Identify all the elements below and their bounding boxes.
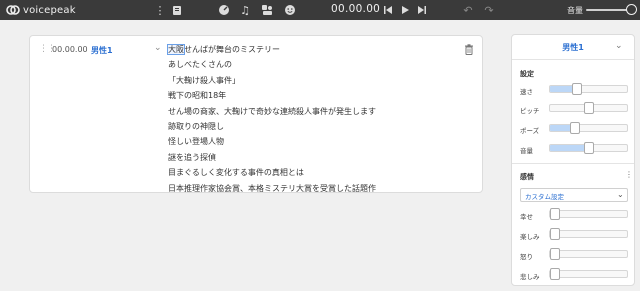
divider [512,163,634,164]
script-line[interactable]: 「大鞠け殺人事件」 [168,75,376,90]
chevron-down-icon[interactable]: ⌄ [615,41,623,51]
script-line[interactable]: せん場の商家、大鞠けで奇妙な連続殺人事件が発生します [168,106,376,121]
playback-time: 00.00.00 [331,3,381,15]
voicepeak-logo-icon [6,5,20,15]
more-vertical-icon[interactable]: ⋮ [153,3,167,17]
emotion-label-fun: 楽しみ [520,233,540,241]
volume-slider-knob[interactable] [583,142,594,154]
emotion-label-happy: 幸せ [520,213,533,221]
chevron-down-icon: ⌄ [617,190,624,199]
volume-label: 音量 [567,6,583,15]
block-voice-name[interactable]: 男性1 [91,45,113,56]
dictionary-icon[interactable] [170,3,184,17]
volume-slider[interactable] [549,142,628,154]
fun-slider-knob[interactable] [550,228,560,240]
voice-settings-icon[interactable] [260,3,274,17]
pitch-slider-knob[interactable] [583,102,594,114]
divider [512,59,634,60]
speed-slider-knob[interactable] [571,83,582,95]
pause-slider-knob[interactable] [570,122,581,134]
emotion-title: 感情 [520,173,534,181]
play-icon[interactable] [398,3,412,17]
fun-slider[interactable] [549,228,628,240]
skip-back-icon[interactable] [381,3,395,17]
script-line[interactable]: 戦下の昭和18年 [168,90,376,105]
param-label-speed: 速さ [520,88,533,96]
redo-icon[interactable]: ↷ [482,3,496,17]
master-volume-track[interactable] [586,9,630,11]
speed-slider[interactable] [549,83,628,95]
script-line[interactable]: 怪しい登場人物 [168,136,376,151]
parameter-panel: 男性1 ⌄ 設定 速さ ピッチ ポーズ 音量 感情 ⋮ カスタム設定 ⌄ 幸せ … [511,34,635,286]
emotion-label-sad: 悲しみ [520,273,540,281]
sad-slider[interactable] [549,268,628,280]
script-line[interactable]: 跡取りの神隠し [168,121,376,136]
emotion-label-angry: 怒り [520,253,533,261]
happy-slider-knob[interactable] [550,208,560,220]
pitch-slider[interactable] [549,102,628,114]
pause-slider[interactable] [549,122,628,134]
sad-slider-knob[interactable] [550,268,560,280]
emotion-face-icon[interactable] [283,3,297,17]
script-editor-block: ⋮⋮ 00.00.00 男性1 ⌄ 大阪せんばが舞台のミステリー あしべたくさん… [29,35,483,193]
param-label-volume: 音量 [520,147,533,155]
block-time: 00.00.00 [52,45,88,54]
music-note-icon[interactable]: ♫ [238,3,252,17]
emotion-preset-select[interactable]: カスタム設定 ⌄ [520,188,628,202]
script-text-area[interactable]: 大阪せんばが舞台のミステリー あしべたくさんの 「大鞠け殺人事件」 戦下の昭和1… [167,44,376,198]
trash-icon[interactable] [464,44,474,55]
app-name: voicepeak [23,4,76,16]
emotion-preset-value: カスタム設定 [525,193,564,201]
script-line[interactable]: 大阪せんばが舞台のミステリー [167,44,376,59]
master-volume-knob[interactable] [626,4,637,15]
top-toolbar: voicepeak ⋮ ♫ 00.00.00 ↶ ↷ 音量 [0,0,640,20]
chevron-down-icon[interactable]: ⌄ [154,43,162,53]
script-line[interactable]: 謎を追う探偵 [168,152,376,167]
volume-slider-fill [550,145,589,151]
script-line[interactable]: 日本推理作家協会賞、本格ミステリ大賞を受賞した話題作 [168,183,376,198]
settings-title: 設定 [520,70,534,78]
param-label-pitch: ピッチ [520,107,540,115]
param-label-pause: ポーズ [520,127,540,135]
script-line-text: せんばが舞台のミステリー [184,45,280,54]
angry-slider[interactable] [549,248,628,260]
text-cursor-selection: 大阪 [167,44,185,55]
gauge-icon[interactable] [217,3,231,17]
script-line[interactable]: あしべたくさんの [168,59,376,74]
angry-slider-knob[interactable] [550,248,560,260]
app-logo: voicepeak [6,3,76,17]
more-vertical-icon[interactable]: ⋮ [625,170,633,179]
happy-slider[interactable] [549,208,628,220]
skip-forward-icon[interactable] [415,3,429,17]
script-line[interactable]: 目まぐるしく変化する事件の真相とは [168,167,376,182]
undo-icon[interactable]: ↶ [461,3,475,17]
